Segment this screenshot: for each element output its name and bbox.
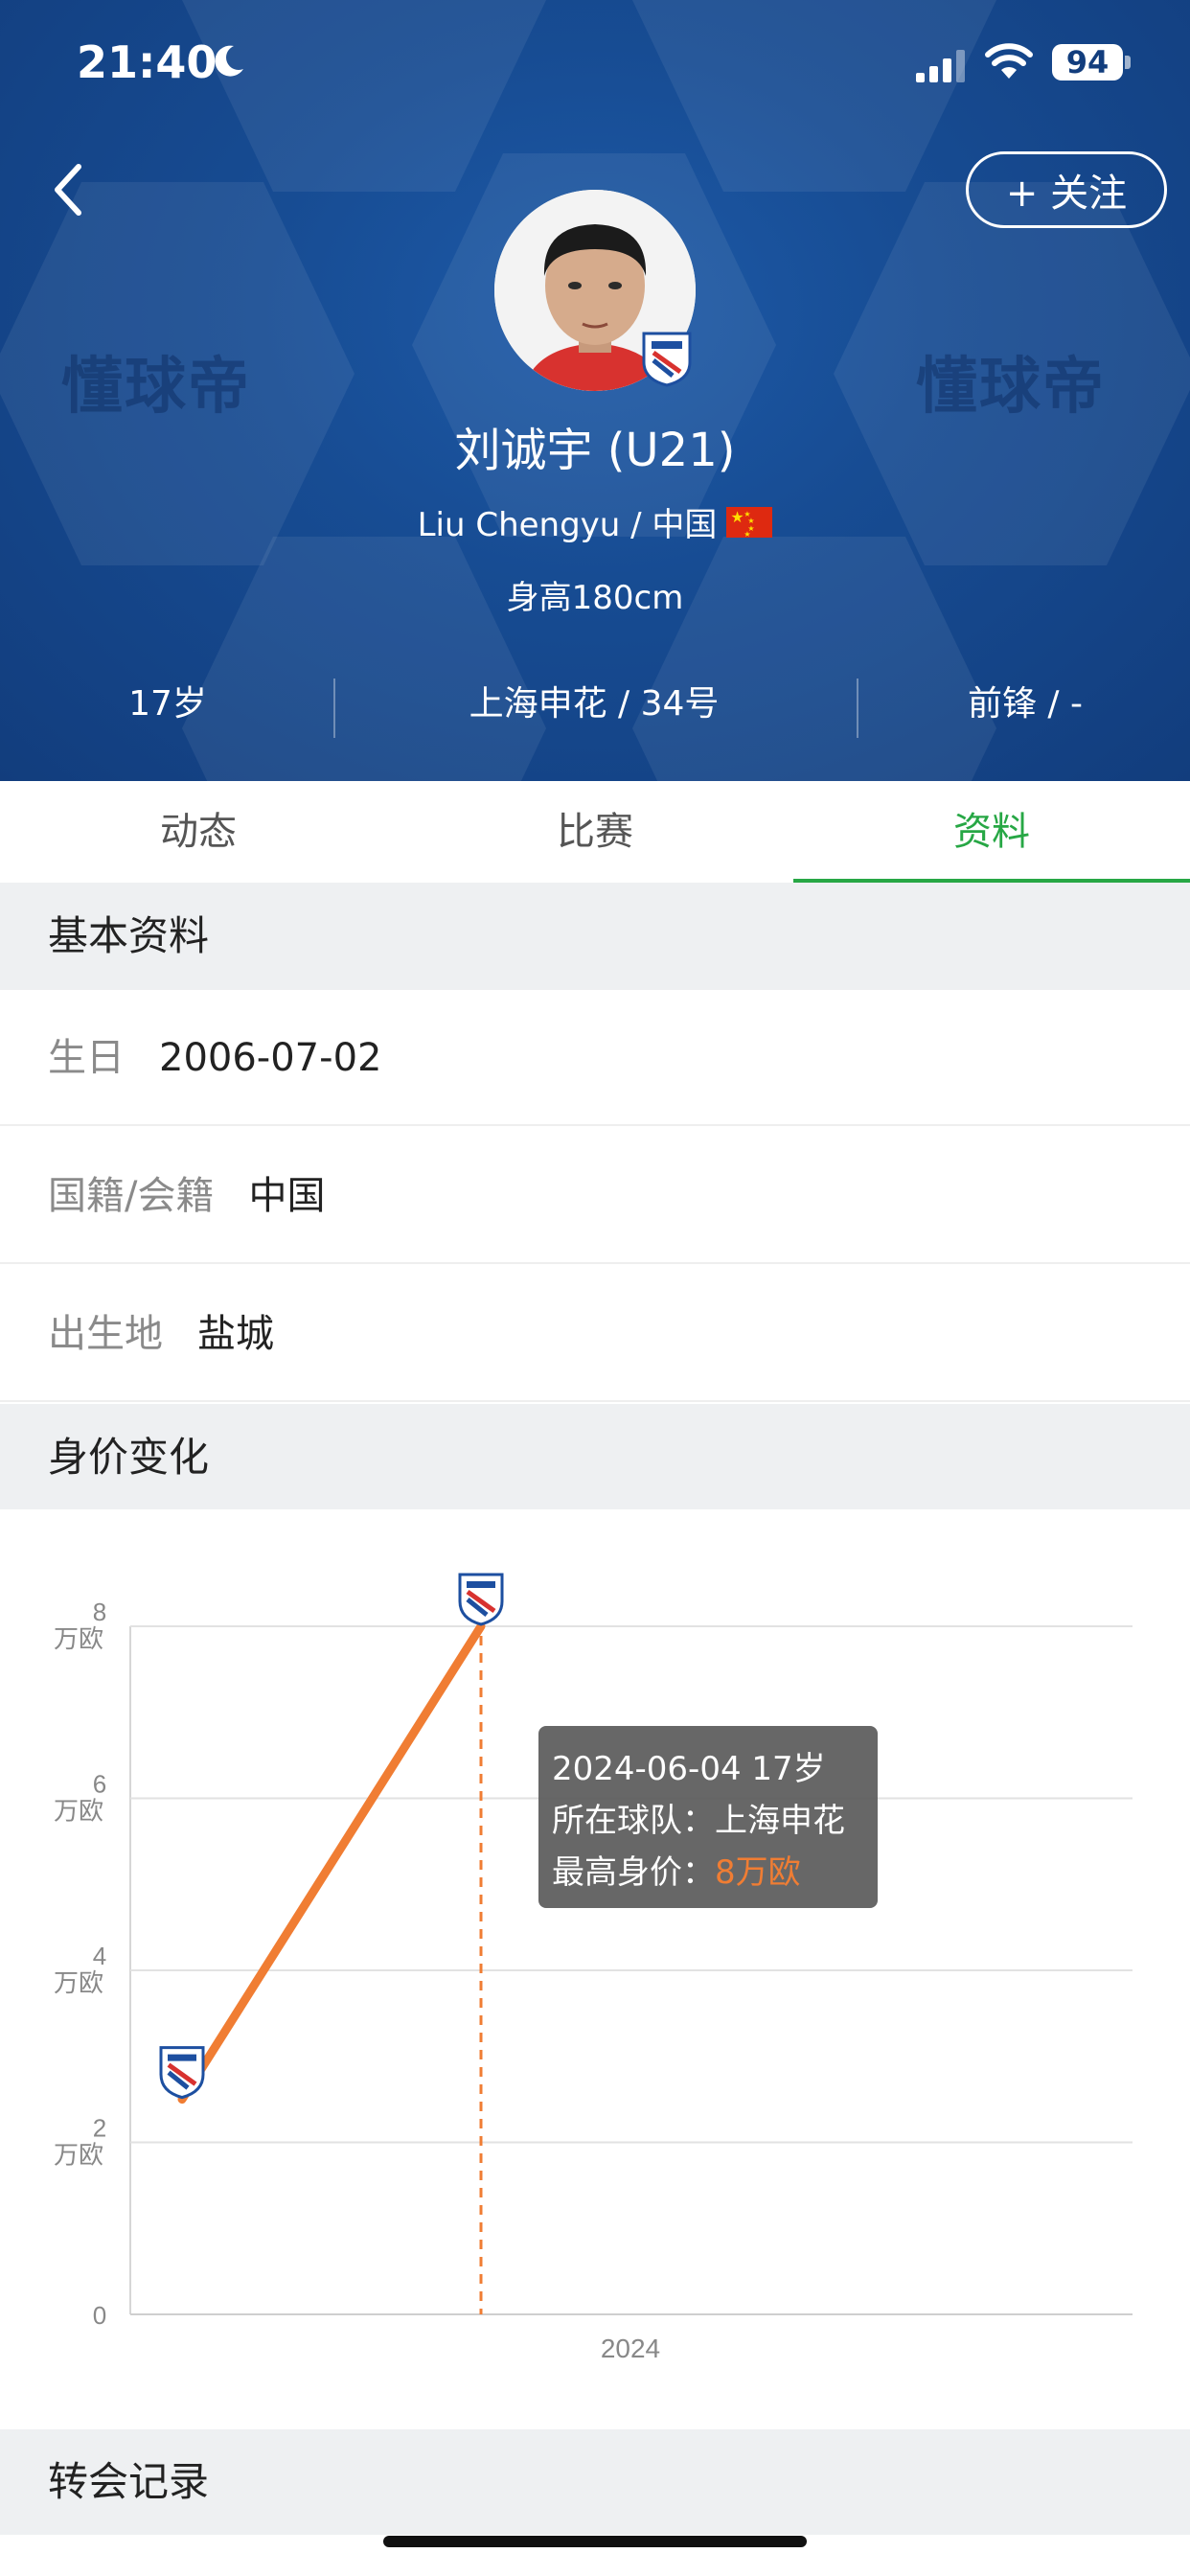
info-row-birthday: 生日 2006-07-02 bbox=[0, 990, 1190, 1126]
tooltip-team-label: 所在球队： bbox=[552, 1802, 715, 1840]
info-value: 盐城 bbox=[197, 1312, 274, 1356]
section-transfer-title: 转会记录 bbox=[0, 2429, 1190, 2535]
player-info-row: 17岁 上海申花 / 34号 前锋 / - bbox=[0, 671, 1190, 738]
tab-matches[interactable]: 比赛 bbox=[397, 781, 793, 883]
market-value-line bbox=[177, 1622, 486, 2104]
player-age: 17岁 bbox=[128, 684, 207, 724]
divider bbox=[333, 678, 335, 738]
info-value: 2006-07-02 bbox=[159, 1036, 382, 1080]
info-label: 国籍/会籍 bbox=[48, 1174, 215, 1218]
player-subtitle: Liu Chengyu / 中国 ★ ★ ★ ★ ★ bbox=[0, 498, 1190, 545]
player-club-number[interactable]: 上海申花 / 34号 bbox=[355, 671, 834, 738]
y-tick-unit: 万欧 bbox=[54, 2142, 103, 2171]
info-label: 出生地 bbox=[48, 1312, 163, 1356]
follow-button-label: + 关注 bbox=[1005, 172, 1128, 216]
player-name-nationality: Liu Chengyu / 中国 bbox=[417, 506, 718, 544]
y-tick-label: 2 bbox=[93, 2114, 106, 2143]
china-flag-icon: ★ ★ ★ ★ ★ bbox=[726, 506, 773, 539]
tab-profile[interactable]: 资料 bbox=[793, 781, 1190, 883]
bg-hexagon bbox=[182, 0, 546, 192]
wifi-icon bbox=[985, 43, 1033, 79]
y-tick-unit: 万欧 bbox=[54, 1969, 103, 1998]
market-value-chart: 0 2 万欧 4 万欧 6 万欧 8 万欧 2024 bbox=[0, 1509, 1190, 2429]
y-tick-label: 6 bbox=[93, 1770, 106, 1799]
player-header: 懂球帝 懂球帝 21:40 94 + 关注 刘诚宇 (U21) Liu Chen… bbox=[0, 0, 1190, 781]
info-value: 中国 bbox=[248, 1174, 326, 1218]
data-point-club-crest-icon bbox=[159, 2046, 205, 2100]
tooltip-date-age: 2024-06-04 17岁 bbox=[552, 1750, 826, 1788]
back-arrow-icon[interactable] bbox=[50, 161, 88, 218]
y-tick-unit: 万欧 bbox=[54, 1798, 103, 1827]
data-point-club-crest-icon bbox=[458, 1573, 504, 1626]
club-crest-icon bbox=[642, 332, 692, 387]
chart-tooltip: 2024-06-04 17岁 所在球队：上海申花 最高身价：8万欧 bbox=[538, 1726, 878, 1908]
section-basic-info-title: 基本资料 bbox=[0, 883, 1190, 990]
y-tick-label: 0 bbox=[93, 2301, 106, 2330]
y-tick-label: 4 bbox=[93, 1942, 106, 1970]
y-tick-label: 8 bbox=[93, 1598, 106, 1626]
tab-bar: 动态 比赛 资料 bbox=[0, 781, 1190, 883]
home-indicator[interactable] bbox=[383, 2536, 807, 2547]
tooltip-team-value: 上海申花 bbox=[715, 1802, 845, 1840]
player-height: 身高180cm bbox=[506, 579, 684, 617]
y-tick-unit: 万欧 bbox=[54, 1625, 103, 1654]
info-row-birthplace: 出生地 盐城 bbox=[0, 1266, 1190, 1402]
section-market-value-title: 身价变化 bbox=[0, 1404, 1190, 1511]
cellular-signal-icon bbox=[916, 50, 965, 82]
x-tick-label: 2024 bbox=[601, 2334, 660, 2363]
tooltip-value-label: 最高身价： bbox=[552, 1853, 715, 1892]
follow-button[interactable]: + 关注 bbox=[966, 151, 1167, 228]
tooltip-value: 8万欧 bbox=[715, 1853, 801, 1892]
battery-tip bbox=[1125, 56, 1131, 69]
player-position: 前锋 / - bbox=[967, 684, 1083, 724]
tab-news[interactable]: 动态 bbox=[0, 781, 397, 883]
market-value-chart-svg: 02万欧4万欧6万欧8万欧2024 bbox=[54, 1573, 1133, 2363]
info-label: 生日 bbox=[48, 1036, 125, 1080]
player-name: 刘诚宇 (U21) bbox=[454, 424, 736, 477]
battery-indicator: 94 bbox=[1052, 44, 1123, 80]
status-time: 21:40 bbox=[77, 36, 217, 88]
divider bbox=[857, 678, 858, 738]
moon-icon bbox=[215, 45, 243, 77]
info-row-nationality: 国籍/会籍 中国 bbox=[0, 1128, 1190, 1264]
